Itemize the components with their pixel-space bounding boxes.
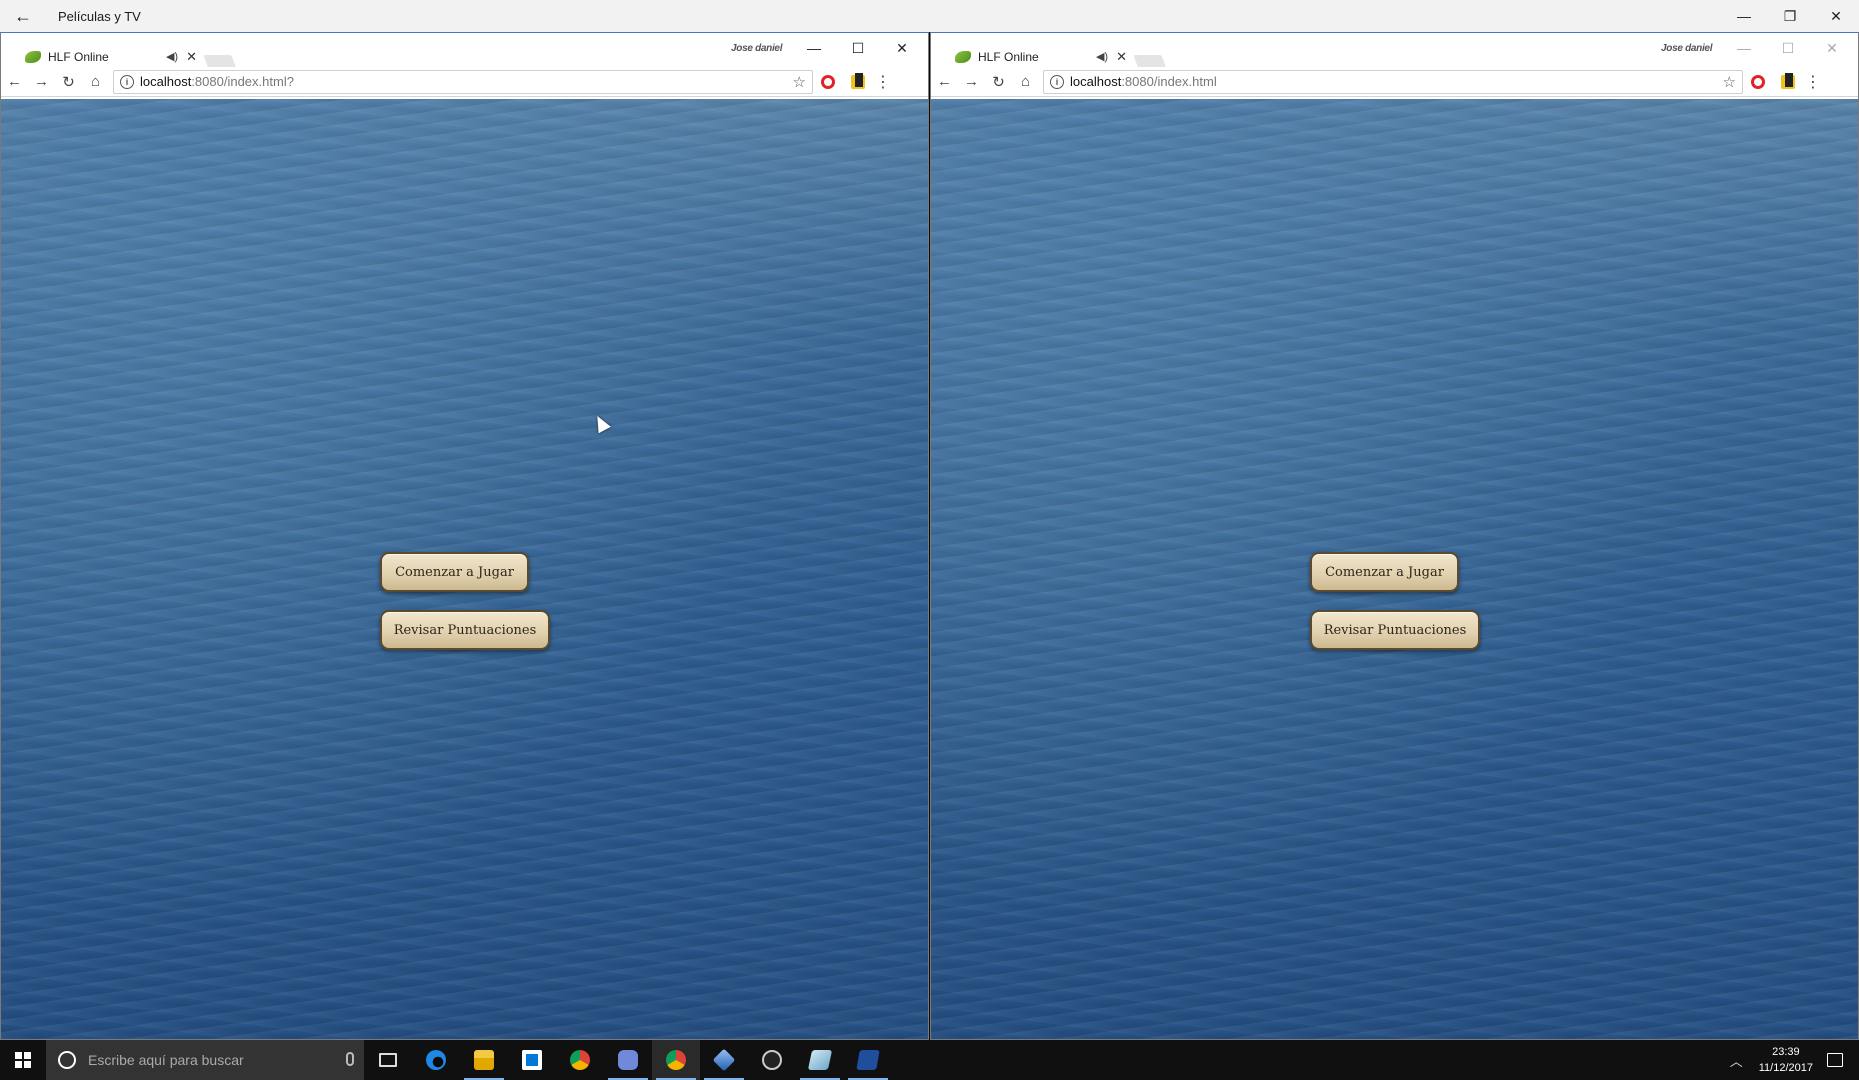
close-icon[interactable]: ✕	[1810, 35, 1854, 61]
profile-name[interactable]: Jose daniel	[731, 43, 782, 54]
tab-strip: HLF Online ◀) ✕ Jose daniel — ☐ ✕	[931, 33, 1858, 69]
window-controls: — ☐ ✕	[792, 35, 924, 61]
bookmark-star-icon[interactable]: ☆	[1723, 73, 1736, 91]
file-explorer-icon[interactable]	[460, 1040, 508, 1080]
menu-dots-icon[interactable]: ⋮	[873, 72, 893, 92]
tab-close-icon[interactable]: ✕	[1116, 49, 1127, 65]
reload-icon[interactable]: ↻	[985, 69, 1012, 95]
extension-icon[interactable]	[1773, 69, 1803, 95]
page-viewport: Comenzar a Jugar Revisar Puntuaciones	[931, 99, 1858, 1039]
system-tray: ︿ 23:39 11/12/2017	[1730, 1040, 1859, 1080]
audio-icon[interactable]: ◀)	[1096, 50, 1108, 63]
profile-name[interactable]: Jose daniel	[1661, 43, 1712, 54]
address-bar[interactable]: i localhost:8080/index.html? ☆	[113, 69, 813, 94]
start-game-button[interactable]: Comenzar a Jugar	[380, 552, 529, 592]
reload-icon[interactable]: ↻	[55, 69, 82, 95]
tab-strip: HLF Online ◀) ✕ Jose daniel — ☐ ✕	[1, 33, 928, 69]
app-title: Películas y TV	[58, 8, 141, 24]
clock-date: 11/12/2017	[1758, 1062, 1813, 1074]
browser-toolbar: ← → ↻ ⌂ i localhost:8080/index.html ☆ ⋮	[931, 67, 1858, 97]
discord-icon[interactable]	[604, 1040, 652, 1080]
powershell-icon[interactable]	[844, 1040, 892, 1080]
chrome-icon[interactable]	[556, 1040, 604, 1080]
address-bar[interactable]: i localhost:8080/index.html ☆	[1043, 69, 1743, 94]
info-icon[interactable]: i	[1050, 74, 1064, 89]
close-icon[interactable]: ✕	[880, 35, 924, 61]
search-placeholder: Escribe aquí para buscar	[88, 1052, 244, 1068]
app-icon[interactable]	[796, 1040, 844, 1080]
back-icon[interactable]: ←	[1, 69, 28, 95]
info-icon[interactable]: i	[120, 74, 134, 89]
minimize-icon[interactable]: —	[1721, 0, 1767, 32]
back-icon[interactable]: ←	[931, 69, 958, 95]
url-host: localhost	[140, 74, 192, 89]
menu-dots-icon[interactable]: ⋮	[1803, 72, 1823, 92]
window-controls: — ☐ ✕	[1722, 35, 1854, 61]
virtualbox-icon[interactable]	[700, 1040, 748, 1080]
leaf-favicon-icon	[955, 50, 971, 63]
taskbar-search[interactable]: Escribe aquí para buscar	[46, 1040, 364, 1080]
windows-start-icon[interactable]	[0, 1040, 46, 1080]
microphone-icon[interactable]	[346, 1052, 354, 1066]
bookmark-star-icon[interactable]: ☆	[793, 73, 806, 91]
app-titlebar: ← Películas y TV — ❐ ✕	[0, 0, 1859, 32]
chrome-active-icon[interactable]	[652, 1040, 700, 1080]
video-stage: HLF Online ◀) ✕ Jose daniel — ☐ ✕ ← → ↻ …	[0, 32, 1859, 1040]
view-scores-button[interactable]: Revisar Puntuaciones	[1310, 610, 1480, 650]
chevron-up-icon[interactable]: ︿	[1730, 1051, 1743, 1070]
obs-icon[interactable]	[748, 1040, 796, 1080]
restore-icon[interactable]: ❐	[1767, 0, 1813, 32]
forward-icon[interactable]: →	[958, 69, 985, 95]
close-icon[interactable]: ✕	[1813, 0, 1859, 32]
cortana-icon[interactable]	[58, 1051, 76, 1069]
notification-icon[interactable]	[1827, 1053, 1843, 1067]
minimize-icon[interactable]: —	[792, 35, 836, 61]
edge-icon[interactable]	[412, 1040, 460, 1080]
tab-title: HLF Online	[48, 49, 109, 64]
audio-icon[interactable]: ◀)	[166, 50, 178, 63]
back-arrow-icon[interactable]: ←	[0, 0, 46, 32]
minimize-icon[interactable]: —	[1722, 35, 1766, 61]
url-path: :8080/index.html?	[191, 74, 294, 89]
url-path: :8080/index.html	[1121, 74, 1217, 89]
view-scores-button[interactable]: Revisar Puntuaciones	[380, 610, 550, 650]
opera-extension-icon[interactable]	[813, 69, 843, 95]
browser-toolbar: ← → ↻ ⌂ i localhost:8080/index.html? ☆ ⋮	[1, 67, 928, 97]
url-host: localhost	[1070, 74, 1122, 89]
clock[interactable]: 23:39 11/12/2017	[1759, 1044, 1813, 1076]
store-icon[interactable]	[508, 1040, 556, 1080]
task-view-icon[interactable]	[364, 1040, 412, 1080]
browser-tab[interactable]: HLF Online ◀) ✕	[15, 46, 201, 67]
taskbar: Escribe aquí para buscar ︿ 23:39 11/12/2…	[0, 1040, 1859, 1080]
home-icon[interactable]: ⌂	[82, 69, 109, 95]
forward-icon[interactable]: →	[28, 69, 55, 95]
home-icon[interactable]: ⌂	[1012, 69, 1039, 95]
tab-title: HLF Online	[978, 49, 1039, 64]
browser-tab[interactable]: HLF Online ◀) ✕	[945, 46, 1131, 67]
extension-icon[interactable]	[843, 69, 873, 95]
maximize-icon[interactable]: ☐	[836, 35, 880, 61]
leaf-favicon-icon	[25, 50, 41, 63]
opera-extension-icon[interactable]	[1743, 69, 1773, 95]
start-game-button[interactable]: Comenzar a Jugar	[1310, 552, 1459, 592]
page-viewport: Comenzar a Jugar Revisar Puntuaciones	[1, 99, 928, 1039]
maximize-icon[interactable]: ☐	[1766, 35, 1810, 61]
browser-window-right: HLF Online ◀) ✕ Jose daniel — ☐ ✕ ← → ↻ …	[930, 32, 1859, 1040]
app-window-controls: — ❐ ✕	[1721, 0, 1859, 32]
browser-window-left: HLF Online ◀) ✕ Jose daniel — ☐ ✕ ← → ↻ …	[0, 32, 929, 1040]
tab-close-icon[interactable]: ✕	[186, 49, 197, 65]
clock-time: 23:39	[1772, 1046, 1800, 1058]
